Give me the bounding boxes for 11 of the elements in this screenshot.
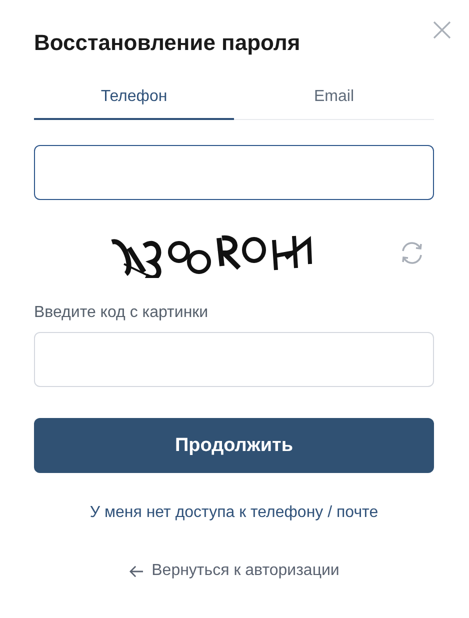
no-access-link[interactable]: У меня нет доступа к телефону / почте: [90, 504, 378, 522]
tab[interactable]: Email: [234, 78, 434, 120]
back-link[interactable]: Вернуться к авторизации: [152, 562, 340, 580]
close-icon[interactable]: [433, 21, 451, 39]
arrow-left-icon[interactable]: [128, 564, 144, 578]
code-label: Введите код с картинки: [34, 304, 210, 322]
code-input-field[interactable]: [34, 332, 434, 387]
dialog-title: Восстановление пароля: [34, 29, 302, 57]
input-field[interactable]: [34, 145, 434, 200]
tab[interactable]: Телефон: [34, 78, 234, 120]
continue-button[interactable]: Продолжить: [34, 418, 434, 473]
